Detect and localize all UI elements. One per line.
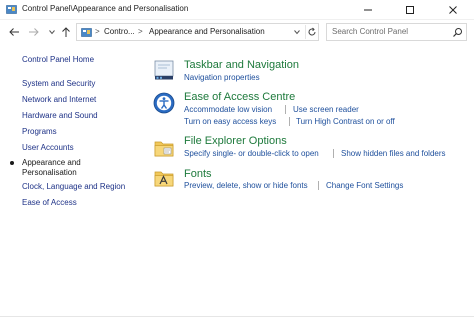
sidebar-item-network-and-internet[interactable]: Network and Internet [22,95,96,105]
minimize-button[interactable] [351,0,385,20]
maximize-icon [406,6,414,14]
address-bar[interactable]: > Contro... > Appearance and Personalisa… [76,23,319,41]
arrow-up-icon [62,27,70,37]
breadcrumb-control-panel[interactable]: Contro... [104,27,135,36]
link-separator [318,181,319,190]
navigation-bar: > Contro... > Appearance and Personalisa… [0,20,474,44]
minimize-icon [364,9,372,11]
sidebar: Control Panel Home System and Security N… [0,44,145,322]
sidebar-item-hardware-and-sound[interactable]: Hardware and Sound [22,111,98,121]
link-separator [285,105,286,114]
chevron-down-icon [294,30,300,35]
control-panel-icon [6,5,17,14]
link-turn-high-contrast[interactable]: Turn High Contrast on or off [296,117,395,126]
breadcrumb-appearance[interactable]: Appearance and Personalisation [149,27,265,36]
folder-options-icon [154,141,174,157]
breadcrumb-separator: > [95,27,100,36]
search-icon[interactable] [452,27,463,38]
sidebar-item-appearance-line2: Personalisation [22,168,77,177]
title-bar: Control Panel\Appearance and Personalisa… [0,0,474,20]
refresh-icon [308,27,316,36]
category-title-fonts[interactable]: Fonts [184,168,212,180]
sidebar-item-appearance-line1: Appearance and [22,158,81,167]
category-title-taskbar[interactable]: Taskbar and Navigation [184,59,299,71]
up-button[interactable] [59,25,73,39]
sidebar-item-programs[interactable]: Programs [22,127,57,137]
refresh-button[interactable] [305,25,318,39]
arrow-right-icon [29,28,39,36]
sidebar-item-ease-of-access[interactable]: Ease of Access [22,198,77,208]
window-bottom-border [0,316,474,317]
link-single-double-click[interactable]: Specify single- or double-click to open [184,149,319,158]
close-button[interactable] [436,0,470,20]
forward-button[interactable] [27,25,41,39]
taskbar-icon [154,60,174,80]
breadcrumb-separator: > [138,27,143,36]
maximize-button[interactable] [393,0,427,20]
category-title-file-explorer-options[interactable]: File Explorer Options [184,135,287,147]
current-item-bullet [10,161,14,165]
link-separator [289,117,290,126]
window-title: Control Panel\Appearance and Personalisa… [22,4,189,13]
address-history-button[interactable] [291,26,303,38]
search-input[interactable]: Search Control Panel [326,23,467,41]
back-button[interactable] [7,25,21,39]
main-content: Taskbar and Navigation Navigation proper… [145,44,474,322]
close-icon [449,6,457,14]
link-change-font-settings[interactable]: Change Font Settings [326,181,403,190]
search-placeholder: Search Control Panel [332,27,409,36]
link-show-hidden-files[interactable]: Show hidden files and folders [341,149,446,158]
link-turn-on-easy-access-keys[interactable]: Turn on easy access keys [184,117,276,126]
arrow-left-icon [9,28,19,36]
sidebar-item-system-and-security[interactable]: System and Security [22,79,95,89]
sidebar-item-control-panel-home[interactable]: Control Panel Home [22,55,94,65]
link-navigation-properties[interactable]: Navigation properties [184,73,260,82]
recent-locations-button[interactable] [45,25,59,39]
link-preview-delete-fonts[interactable]: Preview, delete, show or hide fonts [184,181,308,190]
fonts-folder-icon [154,171,174,187]
sidebar-item-user-accounts[interactable]: User Accounts [22,143,74,153]
sidebar-item-clock-language-region[interactable]: Clock, Language and Region [22,182,125,192]
category-title-ease-of-access[interactable]: Ease of Access Centre [184,91,295,103]
link-separator [333,149,334,158]
link-accommodate-low-vision[interactable]: Accommodate low vision [184,105,272,114]
link-use-screen-reader[interactable]: Use screen reader [293,105,359,114]
ease-of-access-icon [153,92,175,114]
chevron-down-icon [49,30,55,35]
control-panel-icon [81,28,92,37]
